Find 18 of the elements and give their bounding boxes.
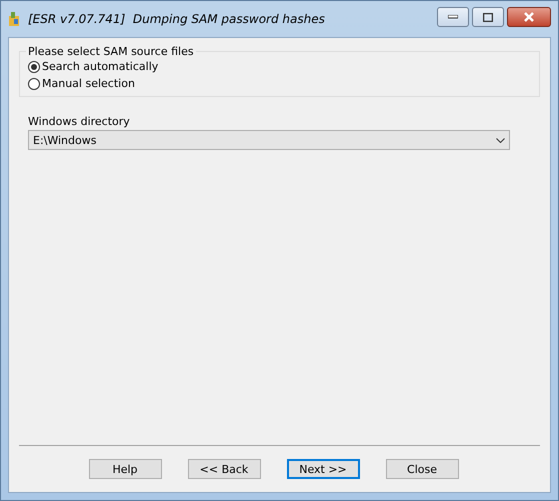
minimize-button[interactable] bbox=[437, 7, 469, 27]
maximize-icon bbox=[483, 12, 493, 22]
close-icon bbox=[523, 12, 535, 22]
dialog-button[interactable]: << Back bbox=[188, 459, 260, 479]
radio-option[interactable]: Search automatically bbox=[28, 60, 531, 73]
dialog-button[interactable]: Help bbox=[88, 459, 162, 479]
dialog-button[interactable]: Next >> bbox=[286, 459, 360, 479]
dialog-button[interactable]: Close bbox=[386, 459, 458, 479]
radio-option[interactable]: Manual selection bbox=[28, 77, 531, 90]
field-label: Windows directory bbox=[28, 115, 130, 128]
directory-dropdown[interactable]: E:\Windows bbox=[28, 130, 510, 150]
chevron-icon bbox=[496, 138, 505, 142]
app-icon bbox=[8, 11, 20, 27]
minimize-icon bbox=[448, 15, 458, 19]
group-title: Please select SAM source files bbox=[27, 45, 195, 58]
maximize-button[interactable] bbox=[472, 7, 504, 27]
close-button[interactable] bbox=[507, 7, 551, 27]
window-title: [ESR v7.07.741] Dumping SAM password hashes bbox=[28, 12, 326, 26]
